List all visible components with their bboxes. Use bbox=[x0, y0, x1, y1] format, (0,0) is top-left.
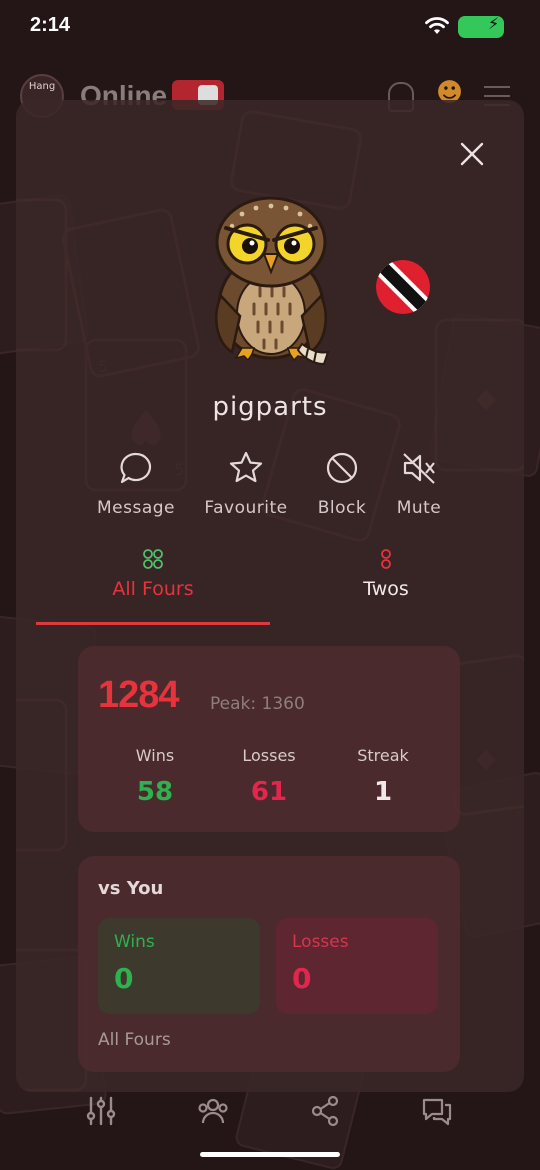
tab-twos-label: Twos bbox=[363, 578, 409, 600]
mute-button[interactable]: Mute bbox=[390, 450, 448, 518]
vs-wins-value: 0 bbox=[114, 962, 134, 995]
avatar bbox=[215, 196, 330, 366]
chat-icon[interactable] bbox=[420, 1094, 454, 1128]
vs-losses-box: Losses 0 bbox=[276, 918, 438, 1014]
vs-game-label: All Fours bbox=[98, 1030, 171, 1050]
mute-label: Mute bbox=[396, 498, 442, 518]
block-label: Block bbox=[317, 498, 367, 518]
active-tab-indicator bbox=[36, 622, 270, 625]
star-icon bbox=[229, 451, 263, 483]
vs-losses-label: Losses bbox=[292, 932, 349, 952]
friends-icon[interactable] bbox=[196, 1094, 230, 1128]
vs-you-title: vs You bbox=[98, 878, 164, 899]
peak-rating: Peak: 1360 bbox=[210, 694, 305, 714]
stat-streak-label: Streak bbox=[357, 746, 409, 765]
favourite-button[interactable]: Favourite bbox=[202, 450, 290, 518]
stat-losses-value: 61 bbox=[250, 777, 288, 807]
vs-wins-box: Wins 0 bbox=[98, 918, 260, 1014]
settings-sliders-icon[interactable] bbox=[84, 1094, 118, 1128]
app-logo-text: Hang bbox=[28, 81, 56, 92]
wifi-icon bbox=[425, 17, 449, 34]
tab-all-fours[interactable]: All Fours bbox=[86, 548, 220, 600]
stat-streak: Streak 1 bbox=[328, 746, 438, 807]
bottom-nav bbox=[0, 1086, 540, 1136]
vs-losses-value: 0 bbox=[292, 962, 312, 995]
vs-wins-label: Wins bbox=[114, 932, 155, 952]
status-bar: 2:14 ⚡ bbox=[0, 0, 540, 54]
rating-value: 1284 bbox=[98, 674, 180, 716]
stat-streak-value: 1 bbox=[373, 777, 393, 807]
home-indicator bbox=[200, 1152, 340, 1157]
chat-bubble-icon bbox=[120, 452, 152, 484]
rating-card: 1284 Peak: 1360 Wins 58 Losses 61 Streak… bbox=[78, 646, 460, 832]
message-button[interactable]: Message bbox=[96, 450, 176, 518]
stat-wins-value: 58 bbox=[136, 777, 174, 807]
two-dots-icon bbox=[381, 549, 391, 569]
mute-icon bbox=[403, 453, 435, 484]
block-icon bbox=[326, 452, 358, 484]
tab-all-fours-label: All Fours bbox=[112, 578, 194, 600]
vs-you-card: vs You Wins 0 Losses 0 All Fours bbox=[78, 856, 460, 1072]
profile-modal: 5 5 pigparts Message Favourite Block Mut… bbox=[16, 100, 524, 1092]
tab-twos[interactable]: Twos bbox=[332, 548, 440, 600]
message-label: Message bbox=[96, 498, 175, 518]
country-flag-icon bbox=[376, 260, 430, 314]
status-time: 2:14 bbox=[30, 14, 71, 36]
stat-losses-label: Losses bbox=[242, 746, 296, 765]
share-icon[interactable] bbox=[308, 1094, 342, 1128]
svg-text:5: 5 bbox=[98, 357, 108, 376]
stat-losses: Losses 61 bbox=[214, 746, 324, 807]
stat-wins: Wins 58 bbox=[100, 746, 210, 807]
grid-dots-icon bbox=[143, 549, 163, 569]
favourite-label: Favourite bbox=[204, 498, 288, 518]
charging-bolt-icon: ⚡ bbox=[488, 14, 500, 33]
close-icon[interactable] bbox=[454, 136, 490, 172]
username: pigparts bbox=[212, 392, 328, 422]
block-button[interactable]: Block bbox=[308, 450, 376, 518]
stat-wins-label: Wins bbox=[135, 746, 175, 765]
